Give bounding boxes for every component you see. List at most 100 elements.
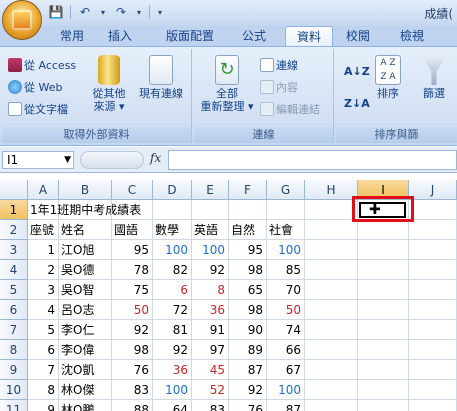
cell[interactable] [358, 360, 409, 380]
cell[interactable]: 社會 [267, 220, 305, 240]
cell[interactable]: 72 [153, 300, 192, 320]
column-header[interactable]: H [305, 180, 358, 200]
office-button[interactable] [2, 0, 42, 40]
cell[interactable]: 100 [192, 240, 229, 260]
row-header[interactable]: 1 [0, 200, 28, 220]
cell[interactable] [305, 220, 358, 240]
cell[interactable] [59, 200, 112, 220]
cell[interactable] [305, 200, 358, 220]
cell[interactable] [305, 280, 358, 300]
tab-insert[interactable]: 插入 [100, 26, 140, 46]
cell[interactable]: 座號 [28, 220, 59, 240]
row-header[interactable]: 3 [0, 240, 28, 260]
cell[interactable] [305, 360, 358, 380]
from-access-button[interactable]: 從 Access [8, 57, 76, 73]
cell[interactable]: 88 [112, 400, 153, 411]
cell[interactable]: 95 [112, 240, 153, 260]
cell[interactable]: 90 [229, 320, 267, 340]
cell[interactable] [305, 340, 358, 360]
properties-button[interactable]: 內容 [260, 79, 298, 95]
cell[interactable]: 85 [267, 260, 305, 280]
cell[interactable] [192, 200, 229, 220]
cell[interactable]: 6 [28, 340, 59, 360]
cell[interactable]: 95 [229, 240, 267, 260]
cell[interactable] [305, 260, 358, 280]
dropdown-icon[interactable]: ▾ [135, 4, 143, 20]
refresh-all-button[interactable]: ↻ 全部 重新整理 ▾ [198, 55, 256, 113]
cell[interactable]: 6 [153, 280, 192, 300]
dropdown-icon[interactable]: ▾ [99, 4, 107, 20]
cell[interactable]: 2 [28, 260, 59, 280]
cell[interactable]: 5 [28, 320, 59, 340]
cell[interactable]: 沈O凱 [59, 360, 112, 380]
chevron-down-icon[interactable]: ▼ [64, 152, 71, 168]
cell[interactable]: 76 [112, 360, 153, 380]
cell[interactable] [409, 220, 457, 240]
cell[interactable]: 87 [229, 360, 267, 380]
row-header[interactable]: 10 [0, 380, 28, 400]
tab-formulas[interactable]: 公式 [233, 26, 275, 46]
cell[interactable]: 76 [229, 400, 267, 411]
cell[interactable]: 1 [28, 240, 59, 260]
from-web-button[interactable]: 從 Web [8, 79, 62, 95]
row-header[interactable]: 4 [0, 260, 28, 280]
cell[interactable] [305, 240, 358, 260]
tab-home[interactable]: 常用 [52, 26, 92, 46]
cell[interactable]: 45 [192, 360, 229, 380]
cell[interactable]: 吳O德 [59, 260, 112, 280]
cell[interactable]: 吳O智 [59, 280, 112, 300]
cell[interactable]: 70 [267, 280, 305, 300]
cell[interactable] [305, 400, 358, 411]
cell[interactable]: 100 [153, 240, 192, 260]
row-header[interactable]: 2 [0, 220, 28, 240]
cell[interactable] [358, 240, 409, 260]
tab-view[interactable]: 檢視 [390, 26, 434, 46]
cell[interactable]: 江O旭 [59, 240, 112, 260]
cell[interactable]: 83 [192, 400, 229, 411]
cell[interactable]: 52 [192, 380, 229, 400]
cell[interactable]: 83 [112, 380, 153, 400]
save-icon[interactable]: 💾 [48, 4, 64, 20]
undo-icon[interactable]: ↶ [77, 4, 93, 20]
cell[interactable]: 92 [229, 380, 267, 400]
cell[interactable]: 98 [229, 260, 267, 280]
column-header[interactable]: E [192, 180, 229, 200]
cell[interactable] [305, 300, 358, 320]
row-header[interactable]: 8 [0, 340, 28, 360]
cell[interactable]: 67 [267, 360, 305, 380]
name-box[interactable]: I1 ▼ [2, 151, 74, 169]
cell[interactable] [358, 280, 409, 300]
cell[interactable]: 100 [267, 380, 305, 400]
cell[interactable]: 87 [267, 400, 305, 411]
cell[interactable] [112, 200, 153, 220]
from-other-sources-button[interactable]: 從其他 來源 ▾ [88, 55, 130, 113]
column-header[interactable]: D [153, 180, 192, 200]
cell[interactable]: 50 [267, 300, 305, 320]
cell[interactable]: 92 [192, 260, 229, 280]
cell[interactable]: 4 [28, 300, 59, 320]
cell[interactable]: 林O傑 [59, 380, 112, 400]
select-all-corner[interactable] [0, 180, 28, 200]
cell[interactable]: 林O鵬 [59, 400, 112, 411]
cell[interactable]: 82 [153, 260, 192, 280]
cell[interactable]: 97 [192, 340, 229, 360]
cell[interactable]: 78 [112, 260, 153, 280]
cell[interactable]: 92 [153, 340, 192, 360]
cell[interactable]: 8 [28, 380, 59, 400]
edit-links-button[interactable]: 編輯連結 [260, 101, 320, 117]
cell[interactable] [358, 320, 409, 340]
cell[interactable]: 91 [192, 320, 229, 340]
cell[interactable]: 65 [229, 280, 267, 300]
cell[interactable] [409, 200, 457, 220]
cell[interactable]: 81 [153, 320, 192, 340]
cell[interactable]: 89 [229, 340, 267, 360]
cell[interactable] [409, 360, 457, 380]
cell[interactable] [358, 260, 409, 280]
cell[interactable] [305, 380, 358, 400]
customize-icon[interactable]: ▾ [156, 4, 164, 20]
cell[interactable]: 75 [112, 280, 153, 300]
cell[interactable] [409, 320, 457, 340]
cell[interactable] [409, 280, 457, 300]
cell[interactable]: 國語 [112, 220, 153, 240]
column-header[interactable]: F [229, 180, 267, 200]
